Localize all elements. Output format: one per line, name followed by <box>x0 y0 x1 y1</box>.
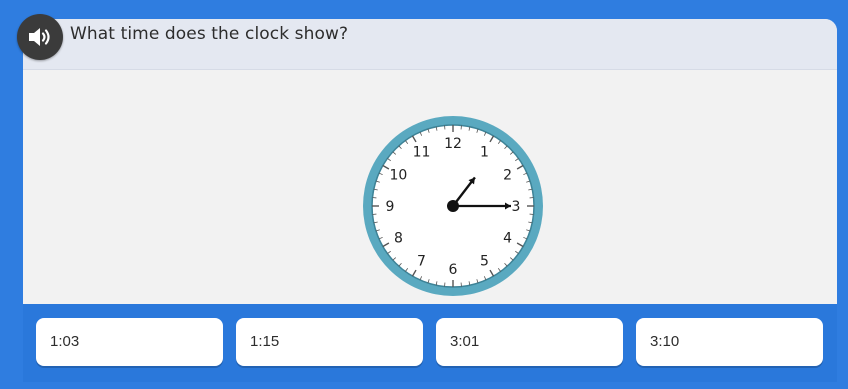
clock-numeral: 1 <box>480 144 489 160</box>
clock-numeral: 6 <box>449 262 458 278</box>
clock-numeral: 10 <box>390 168 408 184</box>
clock-numeral: 4 <box>503 231 512 247</box>
answer-option-3[interactable]: 3:01 <box>436 318 623 366</box>
clock-numeral: 8 <box>394 231 403 247</box>
answer-option-2[interactable]: 1:15 <box>236 318 423 366</box>
answer-option-label: 3:10 <box>650 333 680 350</box>
answer-option-label: 1:03 <box>50 333 80 350</box>
answer-bar: 1:03 1:15 3:01 3:10 <box>23 304 837 382</box>
clock-numeral: 9 <box>386 199 395 215</box>
clock-center <box>447 200 459 212</box>
answer-option-label: 1:15 <box>250 333 280 350</box>
clock-numeral: 11 <box>413 144 431 160</box>
clock-numeral: 5 <box>480 254 489 270</box>
question-card: 12 1 2 3 4 5 6 7 8 9 10 11 <box>23 19 837 304</box>
answer-option-label: 3:01 <box>450 333 480 350</box>
clock-numeral: 7 <box>417 254 426 270</box>
question-text: What time does the clock show? <box>70 24 349 44</box>
app-frame: 12 1 2 3 4 5 6 7 8 9 10 11 What time does the clock… <box>0 0 848 389</box>
answer-option-1[interactable]: 1:03 <box>36 318 223 366</box>
speaker-icon <box>29 28 50 46</box>
play-audio-button[interactable] <box>17 14 63 60</box>
clock-numeral: 12 <box>444 136 462 152</box>
answer-option-4[interactable]: 3:10 <box>636 318 823 366</box>
clock-numeral: 2 <box>503 168 512 184</box>
clock-numeral: 3 <box>512 199 521 215</box>
analog-clock: 121234567891011 <box>363 116 543 296</box>
